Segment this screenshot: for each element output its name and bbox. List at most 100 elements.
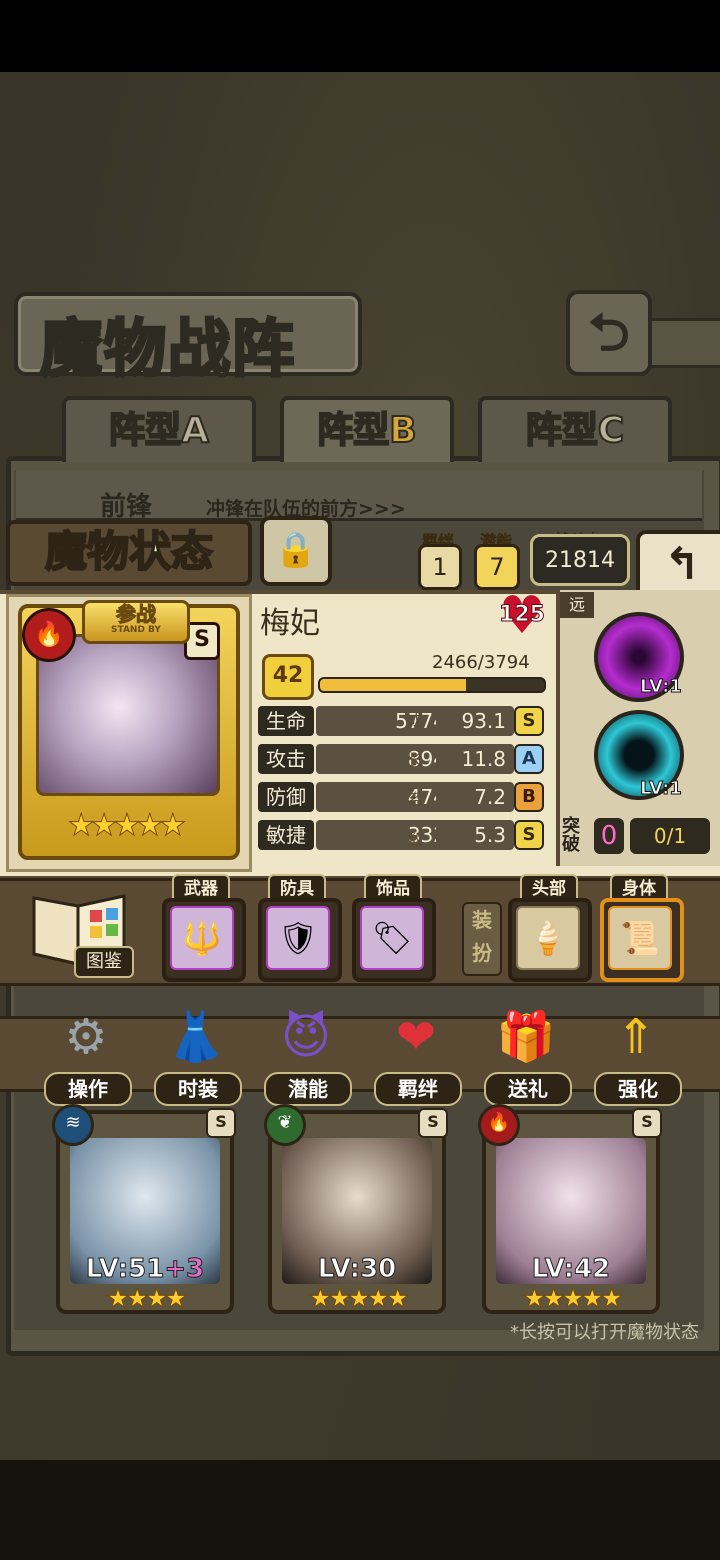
tab-letter: C xyxy=(597,409,625,452)
stat-row-agility: 敏捷 332 5.3 S xyxy=(258,820,550,850)
growth-coefficient-label: 成 长 系 数 xyxy=(406,700,424,860)
breakthrough-value: 0 xyxy=(594,818,624,854)
grade-badge: A xyxy=(514,744,544,774)
growth-label-char: 成 xyxy=(407,711,423,729)
affection-value: 125 xyxy=(499,602,546,628)
stat-value: 894 xyxy=(316,744,456,774)
tab-letter: B xyxy=(388,409,417,452)
back-button[interactable]: ⮌ xyxy=(566,290,652,376)
tag-accessory-icon: 🏷 xyxy=(360,906,424,970)
tab-label: 阵型 xyxy=(525,409,599,452)
grade-badge: S xyxy=(514,706,544,736)
demon-potential-icon: 😈 xyxy=(280,1009,332,1065)
water-icon: ≋ xyxy=(52,1104,94,1146)
growth-value: 7.2 xyxy=(436,782,514,812)
accessory-slot[interactable]: 🏷 xyxy=(352,898,436,982)
tab-label: 阵型 xyxy=(316,409,390,452)
exp-text: 2466/3794 xyxy=(432,652,530,673)
level-text: LV:30 xyxy=(317,1254,397,1285)
hearts-icon: ❤ xyxy=(395,1009,437,1065)
level-text: LV:42 xyxy=(531,1254,611,1285)
fire-icon: 🔥 xyxy=(478,1104,520,1146)
fashion-button[interactable]: 👗 时装 xyxy=(148,1002,244,1106)
padlock-icon: 🔒 xyxy=(274,530,318,570)
tab-formation-c[interactable]: 阵型C xyxy=(478,396,672,462)
growth-label-char: 系 xyxy=(407,791,423,809)
staff-weapon-icon: 🔱 xyxy=(170,906,234,970)
action-label: 潜能 xyxy=(264,1072,352,1106)
dress-icon: 👗 xyxy=(166,1009,226,1065)
skill-level: LV:1 xyxy=(640,676,683,698)
team-level: LV:42 xyxy=(486,1254,656,1285)
level-plus: +3 xyxy=(164,1254,205,1285)
stat-name: 防御 xyxy=(258,782,314,812)
header-rail xyxy=(640,318,720,368)
power-value: 21814 xyxy=(530,534,630,586)
grade-badge: B xyxy=(514,782,544,812)
body-slot[interactable]: 📜 xyxy=(600,898,684,982)
star-rating: ★★★★★ xyxy=(308,1284,410,1315)
exp-bar-fill xyxy=(320,679,466,691)
return-arrow-icon: ⮌ xyxy=(588,303,630,363)
dress-label: 装扮 xyxy=(462,902,502,976)
operate-button[interactable]: ⚙ 操作 xyxy=(38,1002,134,1106)
return-arrow-icon: ↰ xyxy=(663,539,701,590)
tab-formation-a[interactable]: 阵型A xyxy=(62,396,256,462)
tab-formation-b[interactable]: 阵型B xyxy=(280,396,454,462)
star-rating: ★★★★★ xyxy=(522,1284,624,1315)
monster-name: 梅妃 xyxy=(260,606,320,641)
potential-button[interactable]: 😈 潜能 xyxy=(258,1002,354,1106)
lock-button[interactable]: 🔒 xyxy=(260,516,332,586)
stat-value: 474 xyxy=(316,782,456,812)
armor-slot[interactable]: 🛡 xyxy=(258,898,342,982)
grade-badge: S xyxy=(514,820,544,850)
gift-icon: 🎁 xyxy=(496,1009,556,1065)
monster-status-title: 魔物状态 xyxy=(6,520,252,586)
bond-button[interactable]: ❤ 羁绊 xyxy=(368,1002,464,1106)
leaf-icon: ❦ xyxy=(264,1104,306,1146)
head-slot[interactable]: 🍦 xyxy=(508,898,592,982)
growth-value: 11.8 xyxy=(436,744,514,774)
potential-value: 7 xyxy=(474,544,520,590)
stat-value: 5774 xyxy=(316,706,456,736)
star-rating: ★★★★★ xyxy=(67,808,186,844)
growth-label-char: 数 xyxy=(407,831,423,849)
page-title: 魔物战阵 xyxy=(38,311,297,387)
bond-value: 1 xyxy=(418,544,462,590)
gear-icon: ⚙ xyxy=(64,1009,108,1065)
action-label: 羁绊 xyxy=(374,1072,462,1106)
tab-letter: A xyxy=(180,409,210,452)
team-level: LV:30 xyxy=(272,1254,442,1285)
breakthrough-label: 突破 xyxy=(562,816,580,855)
top-status-bar xyxy=(0,0,720,72)
team-card[interactable]: ≋ S LV:51+3 ★★★★ xyxy=(52,1104,236,1315)
growth-value: 93.1 xyxy=(436,706,514,736)
growth-value: 5.3 xyxy=(436,820,514,850)
fire-icon: 🔥 xyxy=(22,608,76,662)
team-level: LV:51+3 xyxy=(60,1254,230,1285)
exp-bar xyxy=(318,677,546,693)
frontline-label: 前锋 xyxy=(100,492,153,522)
book-label[interactable]: 图鉴 xyxy=(74,946,134,978)
rank-badge: S xyxy=(418,1108,448,1138)
standby-label: 参战 xyxy=(116,602,157,626)
weapon-slot[interactable]: 🔱 xyxy=(162,898,246,982)
team-card[interactable]: 🔥 S LV:42 ★★★★★ xyxy=(478,1104,662,1315)
breakthrough-count[interactable]: 0/1 xyxy=(630,818,710,854)
team-card[interactable]: ❦ S LV:30 ★★★★★ xyxy=(264,1104,448,1315)
upgrade-arrows-icon: ⇑ xyxy=(615,1009,657,1065)
range-tag: 远 xyxy=(560,592,594,618)
stat-name: 生命 xyxy=(258,706,314,736)
stat-row-hp: 生命 5774 93.1 S xyxy=(258,706,550,736)
stat-name: 攻击 xyxy=(258,744,314,774)
gift-button[interactable]: 🎁 送礼 xyxy=(478,1002,574,1106)
action-label: 强化 xyxy=(594,1072,682,1106)
scroll-body-icon: 📜 xyxy=(608,906,672,970)
stat-row-attack: 攻击 894 11.8 A xyxy=(258,744,550,774)
standby-sublabel: STAND BY xyxy=(111,625,161,635)
rank-badge: S xyxy=(632,1108,662,1138)
enhance-button[interactable]: ⇑ 强化 xyxy=(588,1002,684,1106)
long-press-hint: *长按可以打开魔物状态 xyxy=(510,1322,699,1343)
gauntlet-armor-icon: 🛡 xyxy=(266,906,330,970)
standby-banner: 参战 STAND BY xyxy=(82,600,190,644)
